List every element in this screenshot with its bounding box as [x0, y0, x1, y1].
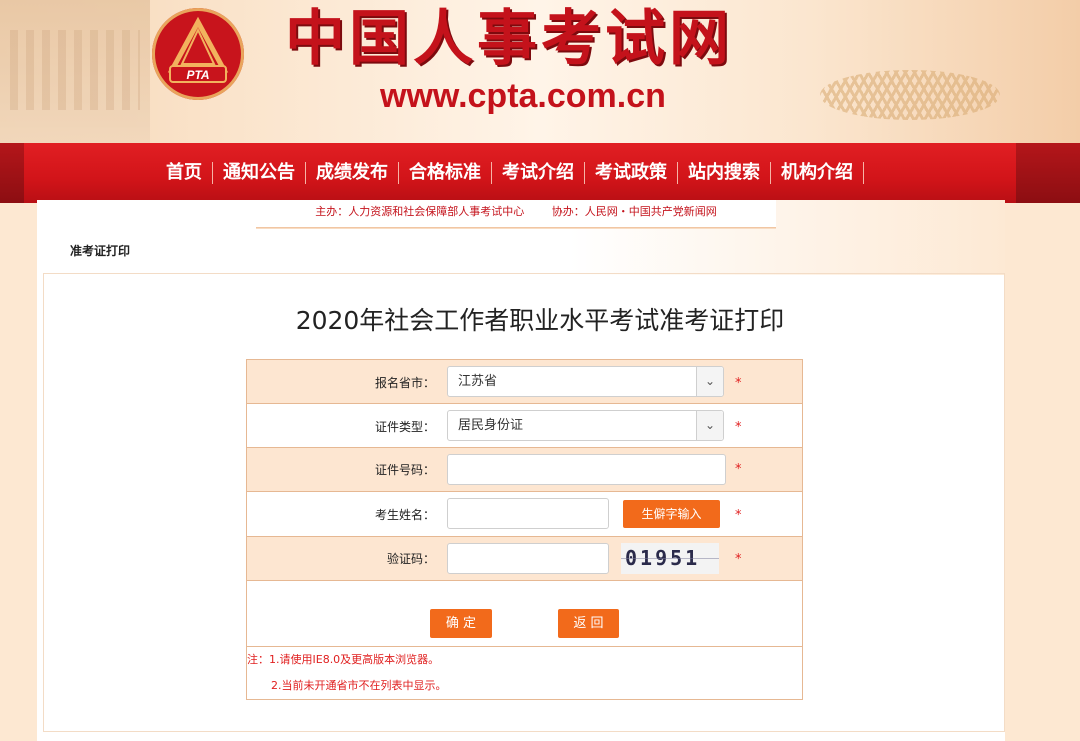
nav-home[interactable]: 首页	[156, 143, 212, 203]
nav-notices[interactable]: 通知公告	[213, 143, 305, 203]
note-1: 注：1.请使用IE8.0及更高版本浏览器。	[247, 653, 440, 666]
pta-logo-icon: PTA	[167, 16, 229, 83]
admission-ticket-form: 报名省市： 江苏省 ⌄ * 证件类型： 居民身份证 ⌄ * 证件号码： * 考生…	[246, 359, 803, 700]
id-number-input[interactable]	[447, 454, 726, 485]
sponsor-host: 主办：人力资源和社会保障部人事考试中心	[315, 205, 525, 218]
form-row-name: 考生姓名： 生僻字输入 *	[247, 492, 802, 537]
province-value: 江苏省	[458, 374, 498, 389]
sponsor-cohost: 协办：人民网・中国共产党新闻网	[551, 205, 717, 218]
form-row-id-number: 证件号码： *	[247, 448, 802, 492]
form-notes: 注：1.请使用IE8.0及更高版本浏览器。 2.当前未开通省市不在列表中显示。	[247, 647, 802, 699]
nav-exam-intro[interactable]: 考试介绍	[492, 143, 584, 203]
chevron-down-icon[interactable]: ⌄	[696, 367, 723, 396]
province-label: 报名省市：	[374, 376, 435, 390]
id-number-label: 证件号码：	[374, 463, 435, 477]
captcha-label: 验证码：	[386, 552, 435, 566]
site-url: www.cpta.com.cn	[380, 77, 666, 115]
form-row-actions: 确 定 返 回	[247, 581, 802, 647]
name-label: 考生姓名：	[374, 508, 435, 522]
nav-separator	[863, 162, 864, 184]
id-type-value: 居民身份证	[458, 418, 524, 433]
nav-policy[interactable]: 考试政策	[585, 143, 677, 203]
required-mark: *	[735, 462, 742, 477]
captcha-input[interactable]	[447, 543, 609, 574]
required-mark: *	[735, 376, 742, 391]
great-wall-decoration	[0, 0, 150, 143]
nav-about[interactable]: 机构介绍	[771, 143, 863, 203]
rare-char-input-button[interactable]: 生僻字输入	[623, 500, 720, 528]
captcha-image[interactable]: 01951	[621, 543, 719, 574]
chevron-down-icon[interactable]: ⌄	[696, 411, 723, 440]
note-2: 2.当前未开通省市不在列表中显示。	[271, 679, 447, 692]
header-banner: PTA 中国人事考试网 www.cpta.com.cn	[0, 0, 1080, 143]
province-select[interactable]: 江苏省 ⌄	[447, 366, 724, 397]
id-type-select[interactable]: 居民身份证 ⌄	[447, 410, 724, 441]
nav-bar-background: 首页 通知公告 成绩发布 合格标准 考试介绍 考试政策 站内搜索 机构介绍	[0, 143, 1080, 203]
form-row-id-type: 证件类型： 居民身份证 ⌄ *	[247, 404, 802, 448]
nav-search[interactable]: 站内搜索	[678, 143, 770, 203]
required-mark: *	[735, 420, 742, 435]
pta-logo: PTA	[152, 8, 244, 100]
form-row-province: 报名省市： 江苏省 ⌄ *	[247, 360, 802, 404]
nav-scores[interactable]: 成绩发布	[306, 143, 398, 203]
main-nav: 首页 通知公告 成绩发布 合格标准 考试介绍 考试政策 站内搜索 机构介绍	[24, 143, 1016, 203]
breadcrumb: 准考证打印	[70, 244, 131, 258]
form-row-captcha: 验证码： 01951 *	[247, 537, 802, 581]
site-title: 中国人事考试网	[285, 4, 733, 74]
id-type-label: 证件类型：	[374, 420, 435, 434]
confirm-button[interactable]: 确 定	[430, 609, 492, 638]
name-input[interactable]	[447, 498, 609, 529]
sponsor-strip: 主办：人力资源和社会保障部人事考试中心 协办：人民网・中国共产党新闻网	[256, 200, 776, 228]
required-mark: *	[735, 508, 742, 523]
svg-text:PTA: PTA	[186, 68, 209, 82]
page-title: 2020年社会工作者职业水平考试准考证打印	[295, 306, 785, 335]
required-mark: *	[735, 552, 742, 567]
back-button[interactable]: 返 回	[558, 609, 619, 638]
nav-standards[interactable]: 合格标准	[399, 143, 491, 203]
birds-nest-decoration	[820, 70, 1000, 120]
